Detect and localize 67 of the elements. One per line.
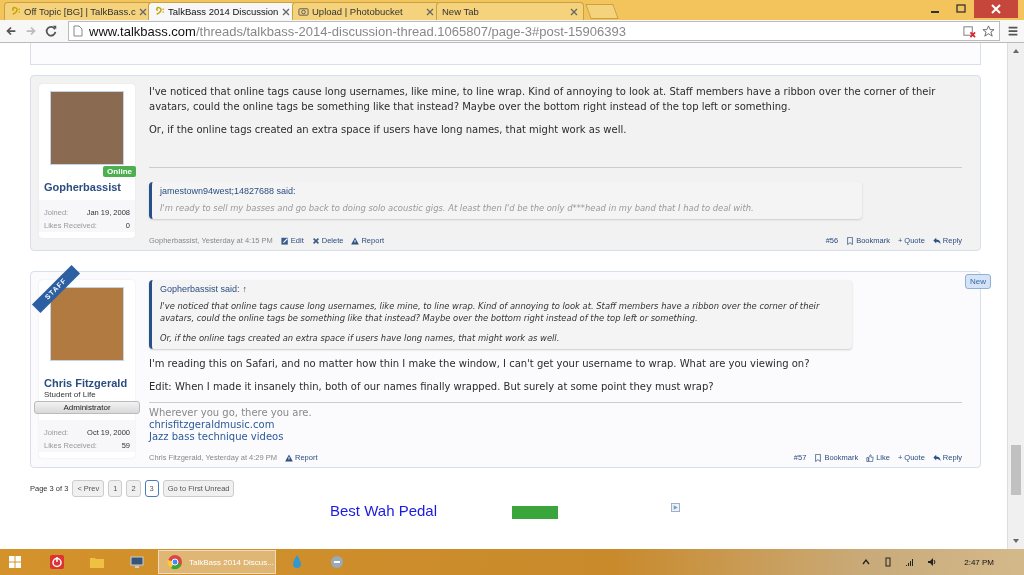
delete-icon: [311, 236, 320, 245]
close-icon[interactable]: [974, 0, 1018, 18]
address-bar[interactable]: www.talkbass.com/threads/talkbass-2014-discussion-thread.1065807/page-3#post-15906393: [68, 21, 1000, 41]
signature-link[interactable]: chrisfitzgeraldmusic.com: [149, 419, 275, 430]
jump-to-quote-link[interactable]: ↑: [242, 284, 248, 294]
thumbs-up-icon: [866, 453, 875, 462]
close-icon[interactable]: [282, 7, 290, 16]
menu-icon[interactable]: [1006, 24, 1020, 38]
monitor-icon: [129, 554, 145, 570]
tab-title: TalkBass 2014 Discussion: [168, 6, 279, 17]
signature-text: Wherever you go, there you are.: [149, 407, 313, 419]
quote-author-link[interactable]: Gopherbassist said:: [160, 284, 240, 294]
ad-link[interactable]: Best Wah Pedal: [330, 503, 437, 518]
scroll-up-icon[interactable]: [1012, 48, 1020, 54]
blocked-page-icon[interactable]: [963, 24, 976, 38]
scroll-down-icon[interactable]: [1012, 538, 1020, 544]
ad-choices-icon[interactable]: [671, 503, 680, 512]
page-icon: [73, 25, 83, 37]
quote-text: I've noticed that online tags cause long usernames, like mine, to line wrap. Kind of annoying to look at. Staff members have a ribbon over the corner of their avatars, could the online tags be something like that instead? Maybe over the bottom right instead of the top left or something.: [160, 300, 821, 324]
quote-text: Or, if the online tags created an extra space if users have long names, that might work as well.: [160, 332, 561, 344]
close-icon[interactable]: [426, 7, 434, 16]
camera-icon: [298, 6, 309, 17]
warning-icon: [285, 453, 293, 462]
reply-arrow-icon: [932, 236, 941, 245]
browser-tab[interactable]: New Tab: [436, 2, 584, 20]
battery-icon[interactable]: [883, 557, 894, 567]
bookmark-icon: [846, 236, 855, 245]
windows-start-icon[interactable]: [8, 555, 22, 569]
advertisement-banner[interactable]: Best Wah Pedal: [330, 503, 680, 518]
tab-title: Off Topic [BG] | TalkBass.c: [24, 6, 136, 17]
back-icon[interactable]: [4, 24, 18, 38]
username-link[interactable]: Gopherbassist: [39, 181, 135, 194]
speaker-icon[interactable]: [927, 557, 938, 567]
avatar-photo-placeholder[interactable]: [50, 91, 124, 165]
signature-link[interactable]: Jazz bass technique videos: [149, 431, 284, 442]
role-banner: Administrator: [34, 401, 140, 414]
chevron-up-icon[interactable]: [861, 557, 872, 567]
tab-title: New Tab: [442, 6, 480, 17]
post-text: I'm reading this on Safari, and no matter how thin I make the window, I can't get your username to wrap. What are you viewing on?: [149, 357, 811, 371]
reply-arrow-icon: [932, 453, 941, 462]
bookmark-icon: [814, 453, 823, 462]
clock-text[interactable]: 2:47 PM: [964, 557, 994, 567]
post-text: Or, if the online tags created an extra space if users have long names, that might work as well.: [149, 123, 628, 137]
close-icon[interactable]: [138, 7, 147, 16]
power-icon: [49, 554, 65, 570]
bass-clef-icon: [154, 6, 165, 17]
post-text: Edit: When I made it insanely thin, both of our names finally wrapped. But surely at some point they must wrap?: [149, 380, 715, 394]
signal-icon[interactable]: [905, 557, 916, 567]
bass-clef-icon: [10, 6, 21, 17]
tab-title: Upload | Photobucket: [312, 6, 404, 17]
app-icon: [329, 554, 345, 570]
quote-author-link[interactable]: jamestown94west;14827688 said:: [160, 186, 296, 196]
user-title: Student of Life: [43, 390, 97, 399]
warning-icon: [351, 236, 360, 245]
new-badge: New: [965, 274, 991, 289]
browser-icon: [167, 554, 183, 570]
quote-text: I'm ready to sell my basses and go back to doing solo acoustic gigs. At least then I'd be the only d***head in my band that I had to deal with.: [160, 202, 755, 214]
post-text: I've noticed that online tags cause long usernames, like mine, to line wrap. Kind of annoying to look at. Staff members have a ribbon over the corner of their avatars, could the online tags be something like that instead? Maybe over the bottom right instead of the top left or something.: [149, 85, 937, 114]
scrollbar[interactable]: [1007, 43, 1024, 549]
url-text: www.talkbass.com/threads/talkbass-2014-discussion-thread.1065807/page-3#post-15906393: [89, 23, 627, 39]
reload-icon[interactable]: [44, 24, 58, 38]
star-icon[interactable]: [982, 24, 995, 38]
online-badge: Online: [103, 166, 136, 177]
edit-icon: [280, 236, 289, 245]
scrollbar-thumb[interactable]: [1011, 445, 1021, 495]
username-link[interactable]: Chris Fitzgerald: [39, 377, 135, 390]
close-icon[interactable]: [570, 7, 578, 16]
